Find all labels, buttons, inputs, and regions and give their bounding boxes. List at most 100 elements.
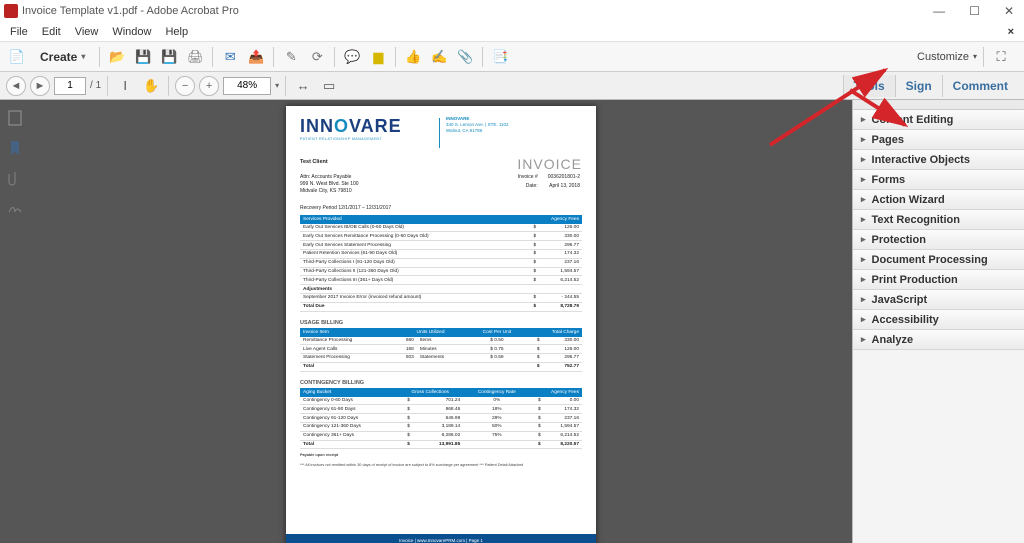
table-row: Contingency 361+ Days$8,286.0275%$6,214.… — [300, 431, 582, 440]
tools-section-analyze[interactable]: ▸Analyze — [853, 330, 1024, 350]
save-as-icon[interactable]: 💾 — [158, 46, 180, 68]
table-row: Contingency 91-120 Days$646.9928%$237.16 — [300, 414, 582, 423]
attachments-icon[interactable] — [7, 170, 23, 186]
document-area[interactable]: INNOVARE PATIENT RELATIONSHIP MANAGEMENT… — [30, 100, 852, 543]
chevron-right-icon: ▸ — [861, 114, 866, 125]
share-icon[interactable]: 📤 — [245, 46, 267, 68]
table-row: Contingency 121-360 Days$3,189.1450%$1,5… — [300, 422, 582, 431]
tab-tools[interactable]: Tools — [843, 75, 895, 97]
tools-section-content-editing[interactable]: ▸Content Editing — [853, 110, 1024, 130]
table-row: Early Out Services Remittance Processing… — [300, 232, 582, 241]
tools-section-protection[interactable]: ▸Protection — [853, 230, 1024, 250]
create-label: Create — [40, 50, 77, 64]
tab-comment[interactable]: Comment — [942, 75, 1018, 97]
chevron-right-icon: ▸ — [861, 334, 866, 345]
page-number-input[interactable] — [54, 77, 86, 95]
chevron-down-icon[interactable]: ▾ — [275, 82, 279, 90]
customize-button[interactable]: Customize — [917, 51, 969, 63]
signatures-icon[interactable] — [7, 200, 23, 216]
window-maximize-button[interactable]: ☐ — [963, 4, 986, 18]
open-icon[interactable]: 📂 — [106, 46, 128, 68]
usage-table: Invoice ItemUnits UtilizedCost Per UnitT… — [300, 328, 582, 372]
table-row: Contingency 0-60 Days$701.240%$0.00 — [300, 397, 582, 405]
table-row: Early Out Services Statement Processing$… — [300, 241, 582, 250]
tools-section-print-production[interactable]: ▸Print Production — [853, 270, 1024, 290]
fit-page-icon[interactable]: ▭ — [318, 75, 340, 97]
prev-page-button[interactable]: ◄ — [6, 76, 26, 96]
table-row: Third-Party Collections II (121-360 Days… — [300, 267, 582, 276]
tools-section-accessibility[interactable]: ▸Accessibility — [853, 310, 1024, 330]
page-thumbnails-icon[interactable] — [7, 110, 23, 126]
tools-panel: ▸Content Editing▸Pages▸Interactive Objec… — [852, 100, 1024, 543]
menu-edit[interactable]: Edit — [42, 26, 61, 38]
tools-section-action-wizard[interactable]: ▸Action Wizard — [853, 190, 1024, 210]
sticky-note-icon[interactable]: 💬 — [341, 46, 363, 68]
tools-section-pages[interactable]: ▸Pages — [853, 130, 1024, 150]
logo-text: INNOVARE — [300, 116, 402, 137]
table-row: Statement Processing503Statements$ 0.59$… — [300, 354, 582, 363]
highlight-icon[interactable]: ▆ — [367, 46, 389, 68]
main-toolbar: 📄 Create ▾ 📂 💾 💾 🖨 ✉ 📤 ✎ ⟳ 💬 ▆ 👍 ✍ 📎 📑 C… — [0, 42, 1024, 72]
table-row: Early Out Services IB/OB Calls (0-60 Day… — [300, 224, 582, 232]
chevron-right-icon: ▸ — [861, 154, 866, 165]
chevron-right-icon: ▸ — [861, 274, 866, 285]
chevron-right-icon: ▸ — [861, 234, 866, 245]
save-icon[interactable]: 💾 — [132, 46, 154, 68]
document-footer: Invoice | www.InnovarePRM.com | Page 1 — [286, 534, 596, 543]
pdf-page: INNOVARE PATIENT RELATIONSHIP MANAGEMENT… — [286, 106, 596, 543]
panel-grip[interactable] — [853, 100, 1024, 110]
sign-icon[interactable]: ✍ — [428, 46, 450, 68]
chevron-down-icon: ▾ — [81, 52, 85, 61]
create-button[interactable]: Create ▾ — [32, 48, 93, 66]
window-close-button[interactable]: ✕ — [998, 4, 1020, 18]
next-page-button[interactable]: ► — [30, 76, 50, 96]
chevron-right-icon: ▸ — [861, 174, 866, 185]
window-title: Invoice Template v1.pdf - Adobe Acrobat … — [22, 5, 927, 17]
tools-section-text-recognition[interactable]: ▸Text Recognition — [853, 210, 1024, 230]
tools-section-forms[interactable]: ▸Forms — [853, 170, 1024, 190]
rotate-icon[interactable]: ⟳ — [306, 46, 328, 68]
fit-width-icon[interactable]: ↔ — [292, 75, 314, 97]
bookmarks-icon[interactable] — [7, 140, 23, 156]
combine-icon[interactable]: 📑 — [489, 46, 511, 68]
window-titlebar: Invoice Template v1.pdf - Adobe Acrobat … — [0, 0, 1024, 22]
tools-section-document-processing[interactable]: ▸Document Processing — [853, 250, 1024, 270]
table-row: Remittance Processing660Items$ 0.50$330.… — [300, 337, 582, 345]
menubar-close-icon[interactable]: × — [1008, 26, 1014, 38]
tab-sign[interactable]: Sign — [895, 75, 942, 97]
menu-help[interactable]: Help — [165, 26, 188, 38]
stamp-icon[interactable]: 👍 — [402, 46, 424, 68]
tools-section-interactive-objects[interactable]: ▸Interactive Objects — [853, 150, 1024, 170]
chevron-down-icon: ▾ — [973, 53, 977, 61]
menu-view[interactable]: View — [75, 26, 99, 38]
chevron-right-icon: ▸ — [861, 194, 866, 205]
print-icon[interactable]: 🖨 — [184, 46, 206, 68]
table-row: September 2017 Invoice Error (invoiced r… — [300, 293, 582, 302]
edit-text-icon[interactable]: ✎ — [280, 46, 302, 68]
invoice-title: INVOICE — [517, 156, 582, 172]
tools-section-javascript[interactable]: ▸JavaScript — [853, 290, 1024, 310]
hand-tool-icon[interactable]: ✋ — [140, 75, 162, 97]
fullscreen-icon[interactable]: ⛶ — [990, 46, 1012, 68]
table-row: Contingency 61-90 Days$968.4618%$174.32 — [300, 405, 582, 414]
menu-file[interactable]: File — [10, 26, 28, 38]
table-row: Third-Party Collections I (91-120 Days O… — [300, 258, 582, 267]
usage-title: USAGE BILLING — [300, 320, 582, 326]
contingency-table: Aging BucketGross CollectionsContingency… — [300, 388, 582, 450]
chevron-right-icon: ▸ — [861, 254, 866, 265]
fine-print: *** All invoices not remitted within 30 … — [300, 463, 582, 467]
select-tool-icon[interactable]: I — [114, 75, 136, 97]
chevron-right-icon: ▸ — [861, 134, 866, 145]
attach-icon[interactable]: 📎 — [454, 46, 476, 68]
app-icon — [4, 4, 18, 18]
menu-window[interactable]: Window — [112, 26, 151, 38]
zoom-input[interactable] — [223, 77, 271, 95]
payable-label: Payable upon receipt — [300, 453, 582, 457]
email-icon[interactable]: ✉ — [219, 46, 241, 68]
table-row: Third-Party Collections III (361+ Days O… — [300, 276, 582, 285]
zoom-in-button[interactable]: + — [199, 76, 219, 96]
create-pdf-icon[interactable]: 📄 — [6, 46, 28, 68]
window-minimize-button[interactable]: — — [927, 4, 951, 18]
recovery-period: Recovery Period 12/1/2017 – 12/31/2017 — [300, 205, 582, 211]
zoom-out-button[interactable]: − — [175, 76, 195, 96]
